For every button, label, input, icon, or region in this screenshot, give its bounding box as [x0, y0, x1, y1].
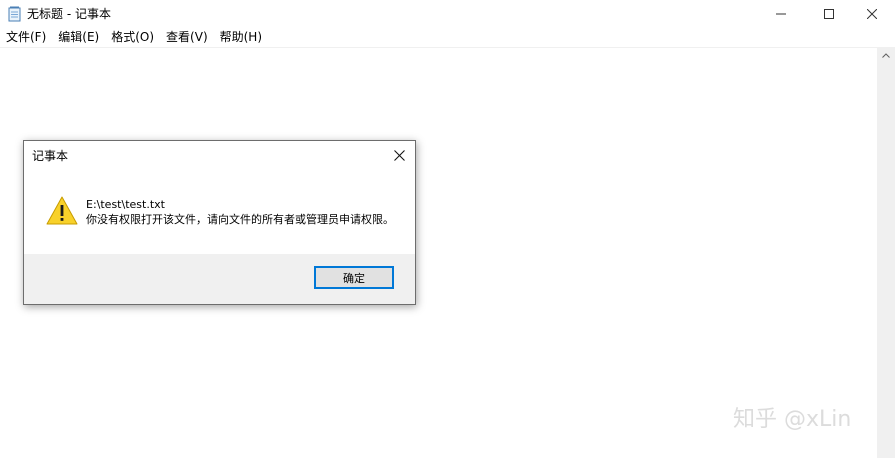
menu-view[interactable]: 查看(V): [160, 28, 214, 47]
menu-format[interactable]: 格式(O): [105, 28, 160, 47]
menu-help[interactable]: 帮助(H): [214, 28, 268, 47]
menu-edit[interactable]: 编辑(E): [52, 28, 105, 47]
chevron-up-icon: [882, 53, 890, 58]
file-path-text: E:\test\test.txt: [86, 198, 165, 211]
error-dialog: 记事本 E:\test\test.txt 你没有权限打开该文件，请向文件的所有者…: [23, 140, 416, 305]
ok-button[interactable]: 确定: [314, 266, 394, 289]
window-title: 无标题 - 记事本: [27, 7, 111, 21]
minimize-icon: [776, 13, 786, 15]
dialog-footer: 确定: [24, 254, 415, 304]
dialog-title: 记事本: [32, 149, 69, 163]
maximize-icon: [824, 9, 834, 19]
warning-icon: [46, 195, 78, 227]
title-bar[interactable]: 无标题 - 记事本: [0, 0, 895, 28]
maximize-button[interactable]: [806, 0, 852, 28]
watermark: 知乎 @xLin: [733, 407, 852, 432]
error-message: 你没有权限打开该文件，请向文件的所有者或管理员申请权限。: [86, 213, 394, 226]
dialog-close-button[interactable]: [385, 143, 413, 167]
notepad-window: 无标题 - 记事本 文件(F) 编辑(E) 格式(O) 查看(V) 帮助(H) …: [0, 0, 895, 459]
minimize-button[interactable]: [758, 0, 804, 28]
close-icon: [867, 9, 877, 19]
scroll-up-button[interactable]: [877, 47, 895, 64]
close-icon: [393, 149, 405, 161]
notepad-icon: [8, 6, 22, 22]
vertical-scrollbar[interactable]: [877, 47, 895, 458]
menu-file[interactable]: 文件(F): [0, 28, 52, 47]
close-window-button[interactable]: [849, 0, 895, 28]
menu-bar: 文件(F) 编辑(E) 格式(O) 查看(V) 帮助(H): [0, 28, 895, 47]
